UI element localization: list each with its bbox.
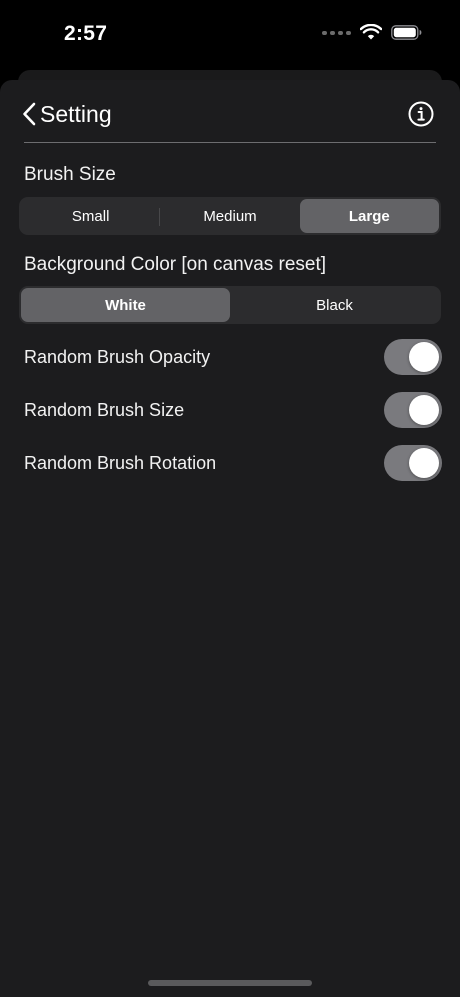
toggle-row-random-opacity: Random Brush Opacity <box>0 339 460 379</box>
back-button[interactable]: Setting <box>22 98 112 130</box>
random-opacity-label: Random Brush Opacity <box>24 347 211 367</box>
segment-small-label: Small <box>71 207 110 225</box>
segment-medium[interactable]: Medium <box>160 199 299 233</box>
status-time: 2:57 <box>64 22 108 45</box>
back-button-label: Setting <box>40 100 112 127</box>
screen: 2:57 Setting Brush Size Small Medium Lar… <box>0 0 460 997</box>
info-icon <box>408 101 434 127</box>
battery-icon <box>391 25 422 40</box>
segment-large-label: Large <box>348 207 390 225</box>
segment-small[interactable]: Small <box>21 199 161 233</box>
random-size-label: Random Brush Size <box>24 400 185 420</box>
toggle-row-random-rotation: Random Brush Rotation <box>0 445 460 485</box>
segment-white-label: White <box>105 296 146 314</box>
segment-medium-label: Medium <box>203 207 257 225</box>
background-color-label: Background Color [on canvas reset] <box>24 254 327 275</box>
segment-black-label: Black <box>316 296 353 314</box>
switch-knob <box>409 448 439 478</box>
segment-large[interactable]: Large <box>299 199 439 233</box>
wifi-icon <box>360 24 382 41</box>
chevron-left-icon <box>22 102 36 126</box>
nav-divider <box>24 142 436 143</box>
segment-white[interactable]: White <box>21 288 230 322</box>
info-button[interactable] <box>408 101 434 127</box>
switch-knob <box>409 395 439 425</box>
settings-sheet: Setting Brush Size Small Medium Large Ba… <box>0 80 460 997</box>
background-color-segmented-control: White Black <box>19 286 441 324</box>
random-rotation-label: Random Brush Rotation <box>24 453 217 473</box>
cellular-signal-icon <box>322 30 351 35</box>
status-bar: 2:57 <box>0 0 460 70</box>
random-rotation-switch[interactable] <box>384 445 442 481</box>
segment-black[interactable]: Black <box>230 288 439 322</box>
random-opacity-switch[interactable] <box>384 339 442 375</box>
brush-size-label: Brush Size <box>24 164 116 185</box>
home-indicator[interactable] <box>148 980 312 986</box>
navigation-bar: Setting <box>0 80 460 144</box>
random-size-switch[interactable] <box>384 392 442 428</box>
brush-size-segmented-control: Small Medium Large <box>19 197 441 235</box>
toggle-row-random-size: Random Brush Size <box>0 392 460 432</box>
status-icons <box>322 24 422 41</box>
switch-knob <box>409 342 439 372</box>
